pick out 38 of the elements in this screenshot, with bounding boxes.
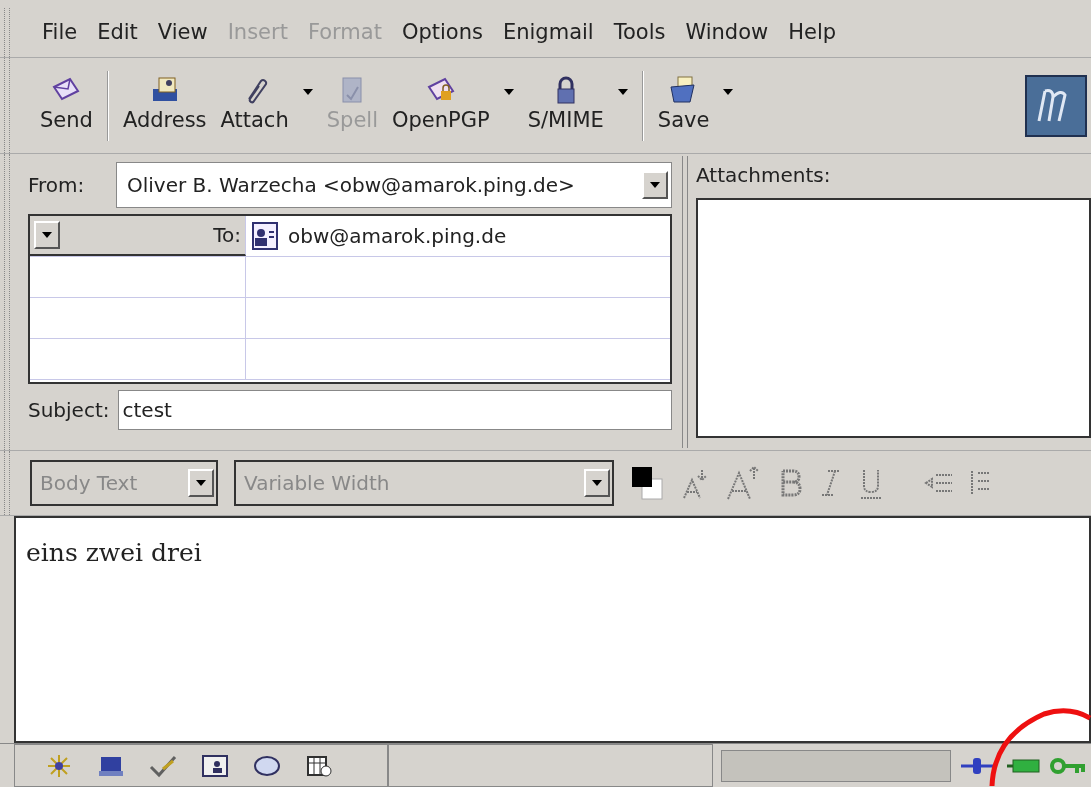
dropdown-button[interactable] <box>34 221 60 249</box>
menu-item[interactable]: File <box>34 16 86 49</box>
recipient-type[interactable]: To: <box>213 220 241 250</box>
sparkle-icon[interactable] <box>45 752 73 779</box>
menu-item[interactable]: Options <box>393 16 491 49</box>
italic-icon[interactable] <box>820 467 842 499</box>
toolbar-button[interactable]: Save <box>653 74 714 137</box>
recipient-address[interactable]: obw@amarok.ping.de <box>288 221 507 251</box>
menu-item[interactable]: Window <box>677 16 777 49</box>
menu-item[interactable]: Tools <box>605 16 674 49</box>
caret-icon <box>592 480 602 486</box>
from-dropdown[interactable]: Oliver B. Warzecha <obw@amarok.ping.de> <box>116 162 672 208</box>
toolbar-button[interactable]: OpenPGP <box>388 74 494 137</box>
from-label: From: <box>28 172 86 199</box>
toolbar-button[interactable]: Attach <box>216 74 293 137</box>
logo-icon <box>1025 74 1087 137</box>
color-picker-icon[interactable] <box>630 465 664 501</box>
menu-item[interactable]: Help <box>780 16 845 49</box>
caret-icon <box>650 182 660 188</box>
toolbar-button[interactable]: Address <box>118 74 211 137</box>
menu-item[interactable]: Enigmail <box>494 16 602 49</box>
caret-icon <box>196 480 206 486</box>
toolbar-button[interactable]: S/MIME <box>523 74 608 137</box>
menu-item[interactable]: View <box>149 16 216 49</box>
menu-item[interactable]: Edit <box>89 16 146 49</box>
message-body[interactable]: eins zwei drei <box>14 516 1091 743</box>
toolbar-button[interactable]: Send <box>36 74 97 137</box>
dropdown-button[interactable] <box>188 469 214 497</box>
contact-card-icon[interactable] <box>201 752 229 779</box>
dropdown-button[interactable] <box>642 171 668 199</box>
caret-icon <box>42 232 52 238</box>
body-text: eins zwei drei <box>26 538 202 567</box>
dropdown-button[interactable] <box>584 469 610 497</box>
attachments-list[interactable] <box>696 198 1091 438</box>
subject-field[interactable]: ctest <box>117 390 672 430</box>
attachments-label: Attachments: <box>696 162 832 189</box>
subject-label: Subject: <box>28 397 110 424</box>
contact-card-icon <box>252 222 278 250</box>
